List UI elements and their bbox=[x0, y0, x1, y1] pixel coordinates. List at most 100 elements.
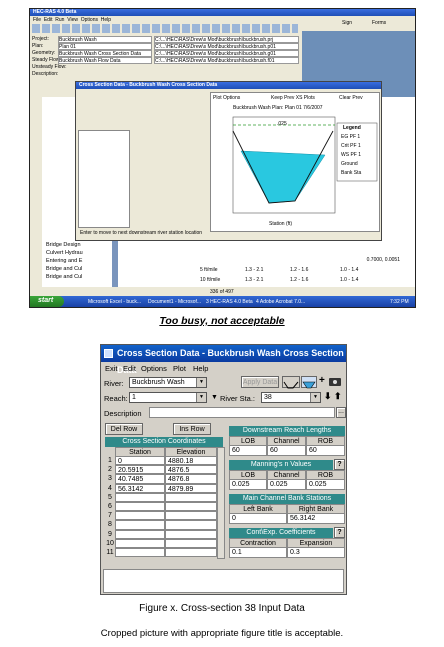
xs-tool-icon[interactable] bbox=[282, 376, 300, 389]
reach-select[interactable]: 1 ▼ bbox=[129, 392, 207, 403]
description-more-button[interactable]: ... bbox=[336, 407, 346, 418]
mannings-channel-input[interactable]: 0.025 bbox=[267, 479, 306, 490]
task-item[interactable]: 4 Adobe Acrobat 7.0... bbox=[256, 299, 305, 305]
project-value[interactable]: Buckbrush Wash bbox=[58, 36, 152, 43]
elevation-cell[interactable] bbox=[165, 538, 217, 548]
up-arrow-icon[interactable]: ⬆ bbox=[334, 391, 342, 402]
task-item[interactable]: Microsoft Excel - buck... bbox=[88, 299, 141, 305]
mannings-rob-input[interactable]: 0.025 bbox=[306, 479, 345, 490]
river-sta-select[interactable]: 38 ▼ bbox=[261, 392, 321, 403]
page-indicator[interactable]: 336 of 497 bbox=[210, 289, 234, 295]
coords-table-body: 1 0 4880.18 2 20.5915 4876.5 3 40.7485 4876.8 4 56… bbox=[105, 456, 217, 558]
doc-table: 0.7000, 0.0051 5 ft/mile 1.3 - 2.1 1.2 -… bbox=[200, 257, 400, 287]
expansion-input[interactable]: 0.3 bbox=[287, 547, 345, 558]
elevation-cell[interactable] bbox=[165, 501, 217, 512]
forms-menu[interactable]: Forms bbox=[372, 20, 386, 26]
station-cell[interactable] bbox=[115, 501, 165, 512]
station-cell[interactable]: 56.3142 bbox=[115, 483, 165, 493]
down-arrow-icon[interactable]: ⬇ bbox=[324, 391, 332, 402]
river-select[interactable]: Buckbrush Wash ▼ bbox=[129, 377, 207, 388]
mannings-help-button[interactable]: ? bbox=[334, 459, 345, 470]
description-field[interactable] bbox=[149, 407, 335, 418]
menu-plot[interactable]: Plot bbox=[173, 364, 186, 373]
reach-rob-input[interactable]: 60 bbox=[306, 445, 345, 456]
del-row-button[interactable]: Del Row bbox=[105, 423, 143, 435]
elevation-cell[interactable] bbox=[165, 529, 217, 539]
coef-help-button[interactable]: ? bbox=[334, 527, 345, 538]
bookmark-tree: Bridge Design Culvert Hydrau Entering an… bbox=[46, 241, 83, 281]
station-cell[interactable] bbox=[115, 547, 165, 558]
menu-options[interactable]: Options bbox=[141, 364, 167, 373]
elevation-cell[interactable] bbox=[165, 511, 217, 521]
xs-plot-icon[interactable] bbox=[301, 376, 317, 389]
ins-row-button[interactable]: Ins Row bbox=[173, 423, 211, 435]
station-cell[interactable] bbox=[115, 529, 165, 539]
main-menu-help[interactable]: Help bbox=[101, 17, 111, 23]
camera-icon[interactable] bbox=[329, 378, 341, 386]
station-cell[interactable]: 20.5915 bbox=[115, 465, 165, 475]
plot-options-button[interactable]: Plot Options bbox=[213, 95, 240, 101]
keep-prev-checkbox[interactable]: Keep Prev XS Plots bbox=[271, 95, 315, 101]
left-bank-input[interactable]: 0 bbox=[229, 513, 287, 524]
elevation-cell[interactable]: 4876.8 bbox=[165, 474, 217, 484]
elevation-cell[interactable]: 4876.5 bbox=[165, 465, 217, 475]
station-cell[interactable]: 40.7485 bbox=[115, 474, 165, 484]
chevron-down-icon: ▼ bbox=[196, 393, 206, 402]
legend-item: Bank Sta bbox=[341, 170, 362, 176]
legend-list: EG PF 1 Crit PF 1 WS PF 1 Ground Bank St… bbox=[341, 133, 361, 178]
main-menu-edit[interactable]: Edit bbox=[44, 17, 53, 23]
sign-menu[interactable]: Sign bbox=[342, 20, 352, 26]
right-bank-input[interactable]: 56.3142 bbox=[287, 513, 345, 524]
plan-value[interactable]: Plan 01 bbox=[58, 43, 152, 50]
elevation-cell[interactable]: 4880.18 bbox=[165, 456, 217, 466]
clear-prev-button[interactable]: Clear Prev bbox=[339, 95, 363, 101]
bookmark-item[interactable]: Culvert Hydrau bbox=[46, 249, 83, 257]
bookmark-item[interactable]: Entering and E bbox=[46, 257, 83, 265]
doc-table-extra: 0.7000, 0.0051 bbox=[366, 257, 400, 263]
geometry-value[interactable]: Buckbrush Wash Cross Section Data bbox=[58, 50, 152, 57]
station-cell[interactable] bbox=[115, 538, 165, 548]
main-menu-file[interactable]: File bbox=[33, 17, 41, 23]
task-item[interactable]: Document1 - Microsof... bbox=[148, 299, 201, 305]
station-cell[interactable] bbox=[115, 511, 165, 521]
steady-flow-path: C:\...\HEC\RAS\Drew\s Mod\buckbrush\buck… bbox=[154, 57, 299, 64]
coords-row: 2 20.5915 4876.5 bbox=[105, 465, 217, 475]
coords-row: 7 bbox=[105, 511, 217, 521]
menu-edit[interactable]: Edit bbox=[123, 364, 136, 373]
add-icon[interactable]: + bbox=[319, 375, 325, 386]
station-cell[interactable]: 0 bbox=[115, 456, 165, 466]
reach-dropdown-icon[interactable]: ▼ bbox=[211, 394, 218, 401]
elevation-cell[interactable]: 4879.89 bbox=[165, 483, 217, 493]
steady-flow-label: Steady Flow: bbox=[32, 57, 61, 63]
bookmark-item[interactable]: Bridge and Cul bbox=[46, 265, 83, 273]
plan-path: C:\...\HEC\RAS\Drew\s Mod\buckbrush\buck… bbox=[154, 43, 299, 50]
mannings-lob-input[interactable]: 0.025 bbox=[229, 479, 267, 490]
elevation-cell[interactable] bbox=[165, 547, 217, 558]
station-cell[interactable] bbox=[115, 492, 165, 502]
menu-exit[interactable]: Exit bbox=[105, 364, 118, 373]
status-field bbox=[103, 569, 344, 593]
menu-help[interactable]: Help bbox=[193, 364, 208, 373]
steady-flow-value[interactable]: Buckbrush Wash Flow Data bbox=[58, 57, 152, 64]
main-menu-options[interactable]: Options bbox=[81, 17, 98, 23]
bookmark-item[interactable]: Bridge and Cul bbox=[46, 273, 83, 281]
apply-data-button[interactable]: Apply Data bbox=[241, 376, 279, 388]
elevation-cell[interactable] bbox=[165, 520, 217, 530]
contraction-input[interactable]: 0.1 bbox=[229, 547, 287, 558]
coords-scrollbar[interactable] bbox=[217, 447, 225, 559]
main-menu-view[interactable]: View bbox=[67, 17, 78, 23]
doc-table-cell: 1.2 - 1.6 bbox=[290, 267, 309, 273]
reach-channel-input[interactable]: 60 bbox=[267, 445, 306, 456]
task-item[interactable]: 3 HEC-RAS 4.0 Beta bbox=[206, 299, 253, 305]
coords-title: Cross Section Coordinates bbox=[105, 437, 223, 447]
station-cell[interactable] bbox=[115, 520, 165, 530]
geometry-row: Geometry: Buckbrush Wash Cross Section Da… bbox=[32, 50, 300, 57]
row-number: 4 bbox=[105, 483, 115, 493]
bookmark-item[interactable]: Bridge Design bbox=[46, 241, 83, 249]
main-menu-run[interactable]: Run bbox=[55, 17, 64, 23]
inner-coords-table[interactable] bbox=[78, 130, 130, 228]
start-button[interactable]: start bbox=[30, 296, 64, 307]
project-path: C:\...\HEC\RAS\Drew\s Mod\buckbrush\buck… bbox=[154, 36, 299, 43]
elevation-cell[interactable] bbox=[165, 492, 217, 502]
reach-lob-input[interactable]: 60 bbox=[229, 445, 267, 456]
